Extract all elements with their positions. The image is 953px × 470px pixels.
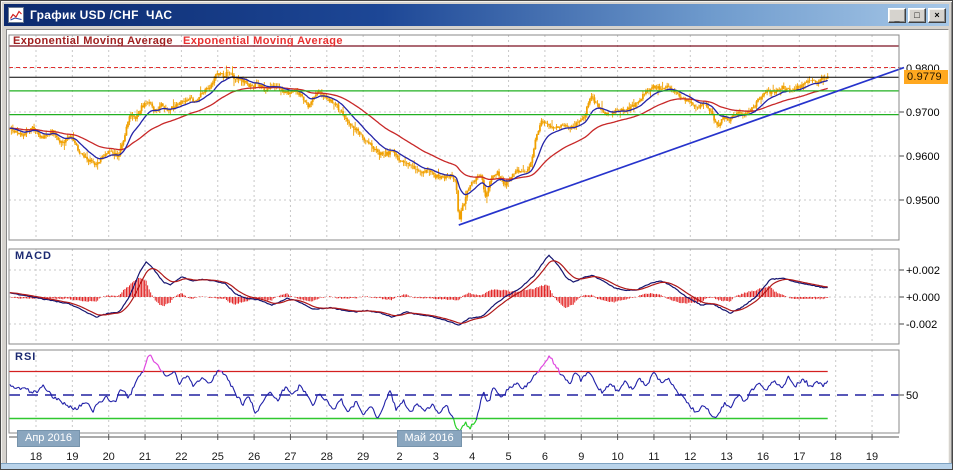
maximize-button[interactable]: □ [908, 7, 926, 23]
svg-text:0.9600: 0.9600 [906, 151, 940, 163]
window-title: График USD /CHF ЧАС [30, 8, 173, 22]
window-bottom-edge [1, 463, 952, 469]
month-badge-may: Май 2016 [396, 430, 462, 447]
svg-text:12: 12 [684, 451, 696, 463]
close-glyph: × [934, 9, 940, 20]
chart-icon-glyph [10, 10, 22, 21]
minimize-button[interactable]: _ [888, 7, 906, 23]
window-controls: _ □ × [888, 7, 946, 23]
chart-icon [8, 7, 24, 23]
svg-text:19: 19 [866, 451, 878, 463]
svg-text:10: 10 [611, 451, 623, 463]
chart-area[interactable]: 0.9800 0.9700 0.9600 0.9500 +0.002 +0.000 -0.0… [6, 29, 949, 465]
svg-text:19: 19 [66, 451, 78, 463]
svg-text:20: 20 [103, 451, 115, 463]
svg-text:27: 27 [284, 451, 296, 463]
svg-text:50: 50 [906, 390, 918, 402]
svg-text:-0.002: -0.002 [906, 319, 937, 331]
svg-text:6: 6 [542, 451, 548, 463]
svg-text:25: 25 [212, 451, 224, 463]
ema-label-2: Exponential Moving Average [182, 35, 343, 47]
svg-text:18: 18 [830, 451, 842, 463]
svg-text:2: 2 [396, 451, 402, 463]
svg-text:13: 13 [721, 451, 733, 463]
svg-text:5: 5 [505, 451, 511, 463]
svg-text:29: 29 [357, 451, 369, 463]
maximize-glyph: □ [914, 9, 920, 20]
macd-label: MACD [15, 250, 52, 262]
minimize-glyph: _ [894, 12, 900, 23]
svg-text:18: 18 [30, 451, 42, 463]
svg-text:21: 21 [139, 451, 151, 463]
month-badge-apr: Апр 2016 [17, 430, 80, 447]
svg-text:9: 9 [578, 451, 584, 463]
svg-text:4: 4 [469, 451, 475, 463]
svg-text:0.9700: 0.9700 [906, 107, 940, 119]
svg-text:11: 11 [648, 451, 659, 463]
indicator-labels: Exponential Moving Average Exponential M… [13, 35, 343, 47]
chart-window: График USD /CHF ЧАС _ □ × 0.9800 0.9700 0.… [0, 0, 953, 470]
svg-text:26: 26 [248, 451, 260, 463]
close-button[interactable]: × [928, 7, 946, 23]
svg-text:3: 3 [433, 451, 439, 463]
current-price-badge: 0.9779 [904, 70, 948, 85]
svg-text:+0.002: +0.002 [906, 265, 940, 277]
titlebar[interactable]: График USD /CHF ЧАС _ □ × [4, 4, 949, 26]
svg-text:16: 16 [757, 451, 769, 463]
chart-canvas[interactable]: 0.98000.97000.96000.9500+0.002+0.000-0.0… [7, 30, 948, 464]
svg-text:22: 22 [175, 451, 187, 463]
rsi-label: RSI [15, 351, 37, 363]
ema-label-1: Exponential Moving Average [13, 35, 173, 47]
svg-text:28: 28 [321, 451, 333, 463]
svg-text:17: 17 [793, 451, 805, 463]
svg-text:0.9500: 0.9500 [906, 195, 940, 207]
svg-text:+0.000: +0.000 [906, 292, 940, 304]
